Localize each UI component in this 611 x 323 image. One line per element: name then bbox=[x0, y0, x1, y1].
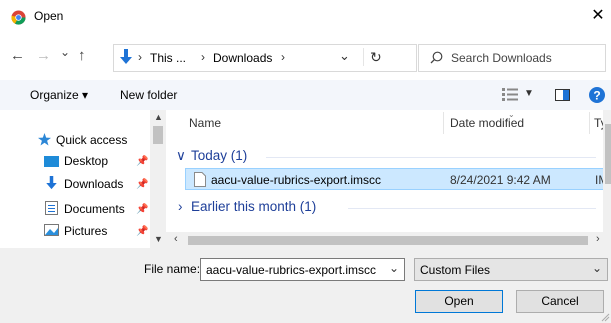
breadcrumb-separator: › bbox=[201, 50, 205, 64]
cancel-button[interactable]: Cancel bbox=[516, 290, 604, 313]
column-divider bbox=[589, 112, 590, 134]
pin-icon[interactable]: 📌 bbox=[136, 179, 148, 190]
svg-text:?: ? bbox=[593, 89, 600, 103]
forward-button[interactable]: → bbox=[36, 47, 51, 64]
chrome-icon bbox=[11, 10, 26, 25]
file-type-filter-value: Custom Files bbox=[420, 263, 491, 277]
scroll-right-icon[interactable]: › bbox=[596, 233, 600, 245]
breadcrumb-separator: › bbox=[138, 50, 142, 64]
column-divider bbox=[443, 112, 444, 134]
star-icon bbox=[38, 133, 51, 146]
chevron-down-icon[interactable]: ⌄ bbox=[592, 261, 602, 275]
scroll-thumb[interactable] bbox=[188, 236, 588, 245]
pin-icon[interactable]: 📌 bbox=[136, 226, 148, 237]
organize-button[interactable]: Organize ▾ bbox=[30, 88, 88, 102]
view-options-icon[interactable] bbox=[502, 88, 518, 101]
breadcrumb[interactable]: › This ... › Downloads › ⌄ ↻ bbox=[113, 44, 417, 72]
search-input[interactable]: Search Downloads bbox=[418, 44, 606, 72]
window-title: Open bbox=[34, 9, 64, 23]
help-icon[interactable]: ? bbox=[589, 87, 605, 103]
sidebar-item-downloads[interactable]: Downloads bbox=[64, 174, 123, 194]
address-dropdown-icon[interactable]: ⌄ bbox=[339, 48, 350, 64]
open-button[interactable]: Open bbox=[415, 290, 503, 313]
recent-locations-button[interactable]: ⌄ bbox=[60, 45, 70, 59]
preview-pane-icon[interactable] bbox=[555, 89, 570, 101]
scroll-up-icon[interactable]: ▲ bbox=[154, 112, 163, 122]
back-button[interactable]: ← bbox=[10, 47, 25, 64]
table-row[interactable]: aacu-value-rubrics-export.imscc 8/24/202… bbox=[185, 168, 608, 190]
group-divider bbox=[266, 157, 596, 158]
navigation-pane: Quick access Desktop 📌 Downloads 📌 Docum… bbox=[0, 110, 166, 248]
new-folder-button[interactable]: New folder bbox=[120, 88, 177, 102]
scroll-thumb[interactable] bbox=[153, 126, 163, 144]
pin-icon[interactable]: 📌 bbox=[136, 204, 148, 215]
command-bar: Organize ▾ New folder ▼ ? bbox=[0, 80, 611, 110]
group-expanded-icon[interactable]: ∨ bbox=[176, 148, 186, 164]
column-header-name[interactable]: Name bbox=[189, 116, 221, 130]
column-header-date-modified[interactable]: Date modified bbox=[450, 116, 524, 130]
close-button[interactable]: ✕ bbox=[585, 4, 611, 28]
resize-grip-icon[interactable] bbox=[600, 312, 610, 322]
sidebar-scrollbar[interactable]: ▲ ▼ bbox=[150, 110, 166, 248]
file-icon bbox=[194, 172, 206, 187]
chevron-down-icon[interactable]: ⌄ bbox=[389, 261, 399, 275]
scroll-thumb[interactable] bbox=[605, 124, 611, 184]
group-header-today[interactable]: Today (1) bbox=[191, 148, 247, 163]
group-divider bbox=[348, 208, 596, 209]
breadcrumb-this-pc[interactable]: This ... bbox=[150, 51, 186, 65]
search-placeholder: Search Downloads bbox=[451, 51, 552, 65]
sidebar-item-quick-access[interactable]: Quick access bbox=[56, 130, 127, 150]
download-arrow-icon bbox=[120, 49, 132, 64]
scroll-down-icon[interactable]: ▼ bbox=[154, 234, 163, 244]
open-dialog: Open ✕ ← → ⌄ ↑ › This ... › Downloads › … bbox=[0, 0, 611, 323]
download-arrow-icon bbox=[46, 176, 57, 190]
desktop-folder-icon bbox=[44, 156, 59, 167]
group-header-earlier-this-month[interactable]: Earlier this month (1) bbox=[191, 199, 316, 214]
pin-icon[interactable]: 📌 bbox=[136, 156, 148, 167]
group-collapsed-icon[interactable]: › bbox=[178, 199, 183, 214]
file-type-filter-select[interactable]: Custom Files ⌄ bbox=[414, 258, 608, 281]
sidebar-item-documents[interactable]: Documents bbox=[64, 199, 125, 219]
file-name-value: aacu-value-rubrics-export.imscc bbox=[206, 263, 377, 277]
file-list-vertical-scrollbar[interactable] bbox=[603, 110, 611, 232]
refresh-button[interactable]: ↻ bbox=[370, 49, 382, 66]
search-icon bbox=[430, 51, 443, 64]
scroll-left-icon[interactable]: ‹ bbox=[174, 233, 178, 245]
file-name: aacu-value-rubrics-export.imscc bbox=[211, 173, 382, 187]
view-dropdown-icon[interactable]: ▼ bbox=[524, 88, 534, 99]
file-date: 8/24/2021 9:42 AM bbox=[450, 173, 551, 187]
up-button[interactable]: ↑ bbox=[78, 47, 86, 64]
file-name-field[interactable]: aacu-value-rubrics-export.imscc ⌄ bbox=[200, 258, 405, 281]
breadcrumb-downloads[interactable]: Downloads bbox=[213, 51, 272, 65]
sidebar-item-pictures[interactable]: Pictures bbox=[64, 221, 107, 241]
file-list-horizontal-scrollbar[interactable]: ‹ › bbox=[166, 232, 611, 248]
breadcrumb-separator: › bbox=[281, 50, 285, 64]
title-bar: Open ✕ bbox=[0, 0, 611, 36]
documents-folder-icon bbox=[45, 201, 58, 215]
pictures-folder-icon bbox=[44, 224, 59, 236]
file-name-label: File name: bbox=[144, 262, 201, 276]
sidebar-item-desktop[interactable]: Desktop bbox=[64, 151, 108, 171]
